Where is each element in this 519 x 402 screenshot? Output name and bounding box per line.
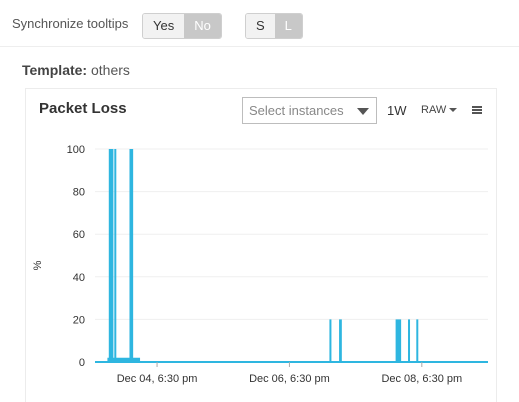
loss-bar [108, 149, 114, 362]
sync-tooltips-toggle[interactable]: Yes No [142, 13, 222, 39]
loss-bar [395, 319, 402, 362]
sync-no-option[interactable]: No [184, 14, 221, 38]
x-tick-label: Dec 08, 6:30 pm [381, 373, 462, 385]
y-axis-label: % [32, 260, 44, 270]
sync-yes-option[interactable]: Yes [143, 14, 185, 38]
template-line: Template: others [22, 62, 130, 78]
sync-tooltips-label: Synchronize tooltips [12, 16, 129, 31]
loss-bar [416, 319, 419, 362]
template-label: Template: [22, 62, 88, 78]
y-tick-label: 0 [79, 357, 85, 369]
chart-bars [107, 149, 419, 362]
y-tick-label: 20 [73, 314, 85, 326]
loss-bar [329, 319, 332, 362]
y-axis-ticks: 0 20 40 60 80 100 [67, 144, 85, 369]
size-l-option[interactable]: L [274, 14, 302, 38]
x-tick-label: Dec 06, 6:30 pm [249, 373, 330, 385]
y-tick-label: 80 [73, 187, 85, 199]
size-s-option[interactable]: S [246, 14, 275, 38]
loss-bar [114, 149, 117, 362]
top-toolbar: Synchronize tooltips Yes No S L [0, 0, 519, 47]
chart-grid [95, 148, 488, 363]
size-toggle[interactable]: S L [245, 13, 303, 39]
y-tick-label: 60 [73, 229, 85, 241]
x-tick-label: Dec 04, 6:30 pm [117, 373, 198, 385]
packet-loss-chart: 0 20 40 60 80 100 % Dec 04, 6:30 pm Dec 06, 6:… [32, 144, 488, 385]
y-tick-label: 100 [67, 144, 85, 156]
x-axis-ticks: Dec 04, 6:30 pm Dec 06, 6:30 pm Dec 08, 6:… [117, 362, 462, 385]
loss-bar [339, 319, 342, 362]
y-tick-label: 40 [73, 272, 85, 284]
template-value: others [90, 62, 130, 78]
loss-bar [129, 149, 134, 362]
loss-bar [408, 319, 411, 362]
